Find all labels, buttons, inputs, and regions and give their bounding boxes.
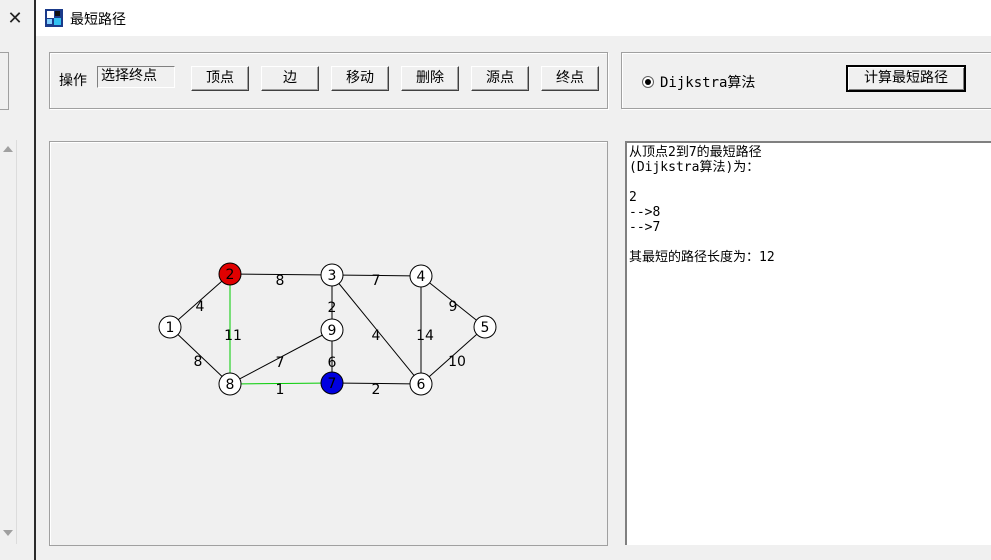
edge-weight-label: 7 (276, 355, 285, 371)
edge-weight-label: 8 (276, 273, 285, 289)
result-line: (Dijkstra算法)为： (629, 160, 760, 175)
vertex-label: 6 (417, 377, 426, 393)
calculate-shortest-path-button[interactable]: 计算最短路径 (846, 65, 966, 92)
operation-label: 操作 (59, 73, 87, 89)
vertex-label: 9 (328, 323, 337, 339)
result-text-area[interactable]: 从顶点2到7的最短路径 (Dijkstra算法)为： 2 -->8 -->7 其最短的路径… (625, 141, 991, 545)
edge-weight-label: 8 (194, 354, 203, 370)
result-line: -->8 (629, 205, 661, 220)
radio-selected-icon[interactable] (642, 76, 654, 88)
window-title: 最短路径 (70, 12, 126, 28)
dijkstra-label: Dijkstra算法 (660, 75, 756, 91)
target-button[interactable]: 终点 (541, 66, 599, 91)
graph-vertex-5[interactable]: 5 (473, 315, 497, 339)
edge-weight-label: 4 (372, 328, 381, 344)
scroll-up-arrow-icon[interactable] (3, 146, 13, 152)
result-line (629, 175, 989, 190)
dijkstra-radio-option[interactable]: Dijkstra算法 (642, 72, 755, 92)
graph-vertex-3[interactable]: 3 (320, 263, 344, 287)
edge-weight-label: 14 (416, 328, 434, 344)
vertex-button[interactable]: 顶点 (191, 66, 249, 91)
result-line: 从顶点2到7的最短路径 (629, 145, 762, 160)
graph-vertex-7[interactable]: 7 (320, 371, 344, 395)
title-bar: 最短路径 (36, 0, 991, 36)
background-panel (0, 52, 9, 110)
graph-canvas[interactable]: 4 8 8 11 7 2 4 9 14 10 2 1 6 7 1 2 3 4 5 6 7 8 9 (49, 141, 608, 546)
scroll-down-arrow-icon[interactable] (3, 530, 13, 536)
graph-drawing[interactable]: 4 8 8 11 7 2 4 9 14 10 2 1 6 7 1 2 3 4 5 6 7 8 9 (50, 142, 607, 545)
result-line: 其最短的路径长度为：12 (629, 250, 775, 265)
app-icon (45, 9, 63, 27)
result-line: 2 (629, 190, 637, 205)
edge-weight-label: 11 (224, 328, 242, 344)
edge-weight-label: 4 (196, 299, 205, 315)
delete-button[interactable]: 删除 (401, 66, 459, 91)
edge-weight-label: 2 (372, 382, 381, 398)
result-line: -->7 (629, 220, 661, 235)
vertex-label: 7 (328, 376, 337, 392)
vertex-label: 4 (417, 269, 426, 285)
graph-vertex-8[interactable]: 8 (218, 372, 242, 396)
close-icon[interactable]: ✕ (0, 0, 30, 36)
vertex-label: 5 (481, 320, 490, 336)
background-scrollbar[interactable] (0, 140, 17, 544)
graph-vertex-1[interactable]: 1 (158, 315, 182, 339)
operation-mode-field: 选择终点 (97, 66, 175, 88)
edge-button[interactable]: 边 (261, 66, 319, 91)
source-button[interactable]: 源点 (471, 66, 529, 91)
edge-weight-label: 10 (448, 354, 466, 370)
main-window: 最短路径 操作 选择终点 顶点 边 移动 删除 源点 终点 Dijkstra算法… (36, 0, 991, 560)
edge-weight-label: 1 (276, 382, 285, 398)
result-line (629, 235, 989, 250)
algorithm-group: Dijkstra算法 计算最短路径 (621, 52, 991, 109)
graph-vertex-6[interactable]: 6 (409, 372, 433, 396)
background-window: ✕ (0, 0, 34, 560)
vertex-label: 2 (226, 267, 235, 283)
vertex-label: 8 (226, 377, 235, 393)
operations-group: 操作 选择终点 顶点 边 移动 删除 源点 终点 (49, 52, 608, 109)
edge-weight-label: 6 (328, 355, 337, 371)
vertex-label: 3 (328, 268, 337, 284)
edge-weight-label: 2 (328, 300, 337, 316)
edge-weight-label: 9 (449, 299, 458, 315)
graph-vertex-9[interactable]: 9 (320, 318, 344, 342)
edge-weight-label: 7 (372, 273, 381, 289)
move-button[interactable]: 移动 (331, 66, 389, 91)
graph-vertex-4[interactable]: 4 (409, 264, 433, 288)
graph-vertex-2[interactable]: 2 (218, 262, 242, 286)
vertex-label: 1 (166, 320, 175, 336)
